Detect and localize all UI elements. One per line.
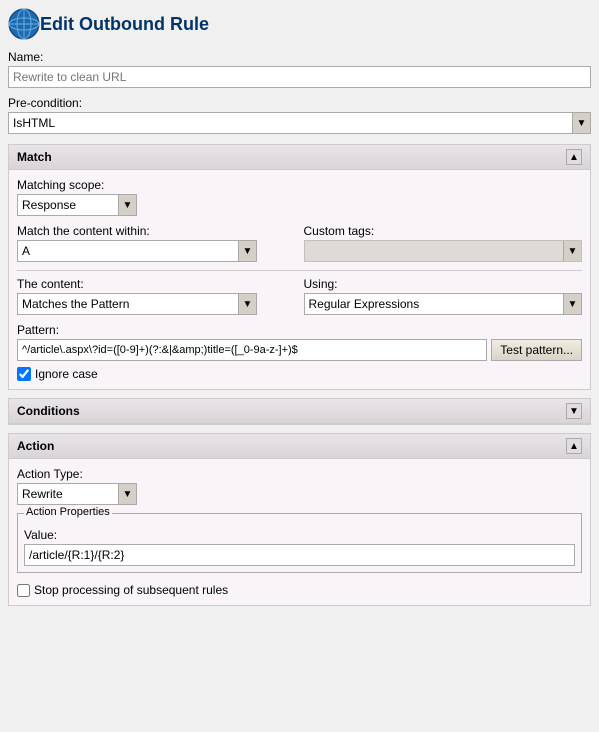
conditions-collapse-button[interactable]: ▼ [566,403,582,419]
content-within-select-wrapper: A IMG FORM SCRIPT LINK ▼ [17,240,257,262]
content-within-col: Match the content within: A IMG FORM SCR… [17,224,296,262]
ignore-case-row: Ignore case [17,367,582,381]
matching-scope-label: Matching scope: [17,178,582,192]
name-section: Name: [8,50,591,88]
match-panel-title: Match [17,150,52,164]
pattern-input[interactable] [17,339,487,361]
content-within-row: Match the content within: A IMG FORM SCR… [17,224,582,262]
conditions-panel-header[interactable]: Conditions ▼ [9,399,590,424]
ignore-case-checkbox[interactable] [17,367,31,381]
match-panel-body: Matching scope: Response Request ▼ Match… [9,170,590,389]
content-using-row: The content: Matches the Pattern Does No… [17,277,582,315]
the-content-col: The content: Matches the Pattern Does No… [17,277,296,315]
precondition-label: Pre-condition: [8,96,591,110]
divider-1 [17,270,582,271]
pattern-row: Pattern: Test pattern... [17,323,582,361]
custom-tags-select[interactable] [304,240,583,262]
matching-scope-select-wrapper: Response Request ▼ [17,194,137,216]
using-col: Using: Regular Expressions Wildcards Exa… [304,277,583,315]
conditions-panel: Conditions ▼ [8,398,591,425]
name-label: Name: [8,50,591,64]
content-within-select[interactable]: A IMG FORM SCRIPT LINK [17,240,257,262]
the-content-label: The content: [17,277,296,291]
action-properties-group: Action Properties Value: [17,513,582,573]
action-panel-title: Action [17,439,54,453]
matching-scope-row: Matching scope: Response Request ▼ [17,178,582,216]
action-properties-legend: Action Properties [24,506,112,518]
page-header: Edit Outbound Rule [8,8,591,40]
action-type-label: Action Type: [17,467,582,481]
precondition-select[interactable]: IsHTML (none) [8,112,591,134]
using-select-wrapper: Regular Expressions Wildcards Exact Matc… [304,293,583,315]
match-collapse-button[interactable]: ▲ [566,149,582,165]
action-collapse-button[interactable]: ▲ [566,438,582,454]
custom-tags-select-wrapper: ▼ [304,240,583,262]
pattern-input-row: Test pattern... [17,339,582,361]
stop-processing-label: Stop processing of subsequent rules [34,583,228,597]
action-panel: Action ▲ Action Type: Rewrite Redirect N… [8,433,591,606]
precondition-section: Pre-condition: IsHTML (none) ▼ [8,96,591,134]
match-panel: Match ▲ Matching scope: Response Request… [8,144,591,390]
matching-scope-select[interactable]: Response Request [17,194,137,216]
content-within-label: Match the content within: [17,224,296,238]
action-panel-header[interactable]: Action ▲ [9,434,590,459]
action-type-select[interactable]: Rewrite Redirect None [17,483,137,505]
globe-icon [8,8,40,40]
test-pattern-button[interactable]: Test pattern... [491,339,582,361]
custom-tags-col: Custom tags: ▼ [304,224,583,262]
value-input[interactable] [24,544,575,566]
the-content-select-wrapper: Matches the Pattern Does Not Match the P… [17,293,257,315]
the-content-select[interactable]: Matches the Pattern Does Not Match the P… [17,293,257,315]
stop-processing-row: Stop processing of subsequent rules [17,583,582,597]
value-label: Value: [24,528,575,542]
using-select[interactable]: Regular Expressions Wildcards Exact Matc… [304,293,583,315]
precondition-select-wrapper: IsHTML (none) ▼ [8,112,591,134]
stop-processing-checkbox[interactable] [17,584,30,597]
page-title: Edit Outbound Rule [40,14,209,35]
pattern-label: Pattern: [17,323,582,337]
action-type-select-wrapper: Rewrite Redirect None ▼ [17,483,137,505]
value-field-container: Value: [24,528,575,566]
name-input[interactable] [8,66,591,88]
conditions-panel-title: Conditions [17,404,80,418]
action-panel-body: Action Type: Rewrite Redirect None ▼ Act… [9,459,590,605]
using-label: Using: [304,277,583,291]
match-panel-header[interactable]: Match ▲ [9,145,590,170]
custom-tags-label: Custom tags: [304,224,583,238]
action-type-row: Action Type: Rewrite Redirect None ▼ [17,467,582,505]
ignore-case-label: Ignore case [35,367,98,381]
